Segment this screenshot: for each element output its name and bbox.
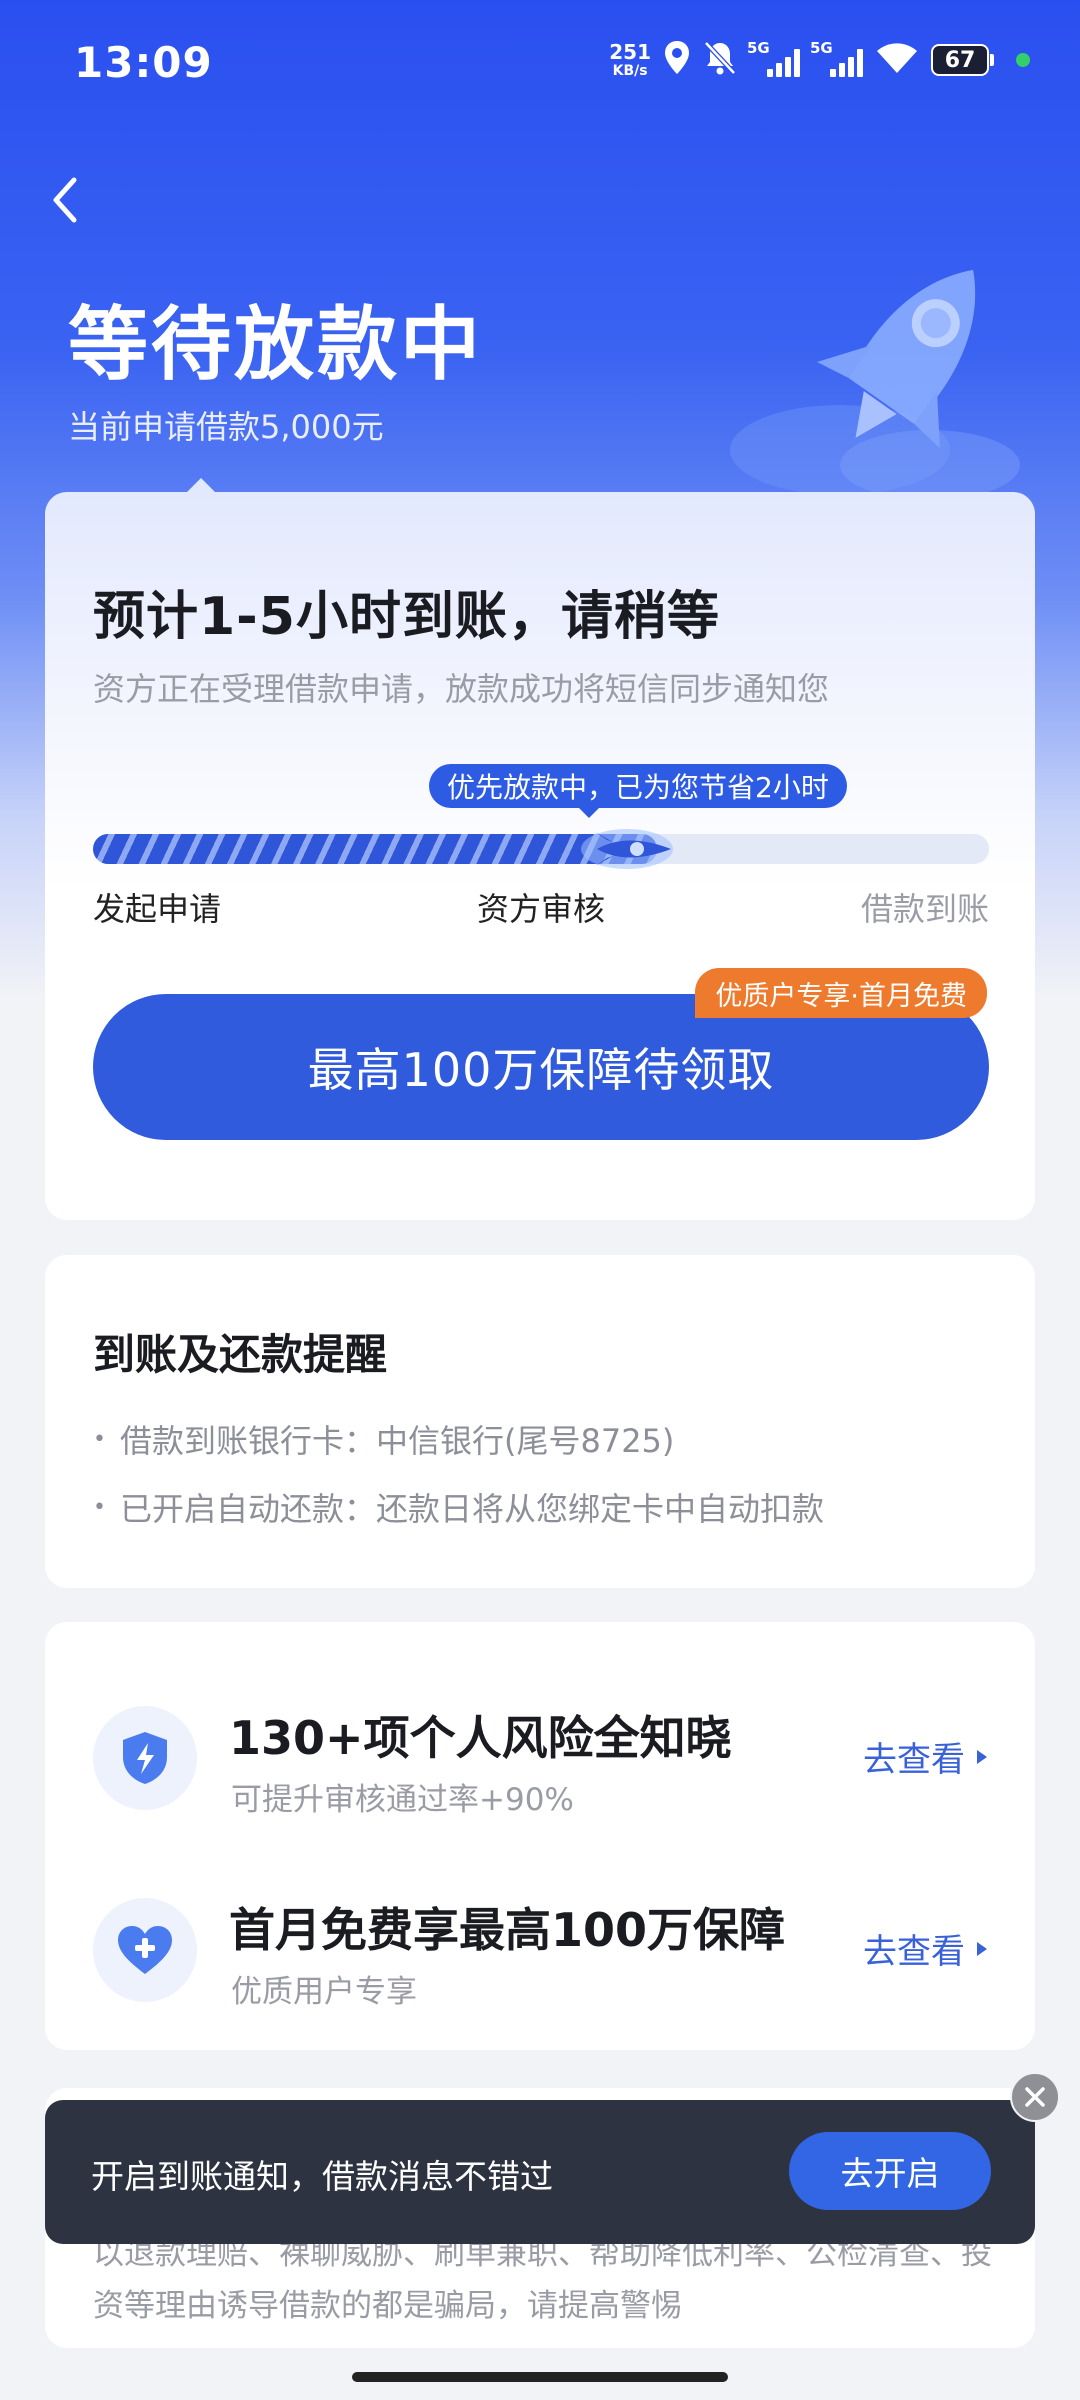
back-button[interactable] [40, 165, 90, 235]
reminder-title: 到账及还款提醒 [93, 1330, 388, 1379]
close-icon [1025, 2087, 1045, 2107]
loan-amount-subtitle: 当前申请借款5,000元 [68, 408, 384, 446]
service-row-protection[interactable]: 首月免费享最高100万保障 优质用户专享 去查看 [45, 1878, 1035, 2018]
step-arrival: 借款到账 [860, 890, 989, 928]
sim2-tag: 5G [810, 39, 833, 57]
eta-title: 预计1-5小时到账，请稍等 [93, 587, 720, 647]
toast-message: 开启到账通知，借款消息不错过 [91, 2157, 553, 2196]
rocket-illustration [730, 269, 1020, 500]
net-speed: 251 KB/s [609, 42, 651, 78]
status-time: 13:09 [74, 38, 213, 87]
service-title: 首月免费享最高100万保障 [229, 1903, 786, 1957]
rocket-progress-icon [581, 829, 674, 869]
view-details-label: 去查看 [863, 1740, 965, 1780]
card-notch [185, 478, 217, 494]
location-icon [663, 40, 691, 80]
bell-off-icon [703, 40, 737, 80]
step-apply: 发起申请 [93, 890, 222, 928]
status-bar: 13:09 251 KB/s 5G 5G 67 [0, 0, 1080, 130]
net-speed-unit: KB/s [612, 63, 648, 79]
step-review: 资方审核 [476, 890, 605, 928]
view-details-label: 去查看 [863, 1932, 965, 1972]
status-icons: 251 KB/s 5G 5G 67 [609, 39, 1030, 80]
triangle-right-icon [977, 1749, 987, 1764]
promo-badge: 优质户专享·首月免费 [695, 968, 987, 1018]
signal-icon: 5G [810, 39, 863, 77]
progress-steps: 发起申请 资方审核 借款到账 [93, 884, 989, 930]
view-details-link[interactable]: 去查看 [863, 1732, 989, 1781]
progress-bar [93, 829, 989, 869]
service-subtitle: 优质用户专享 [231, 1974, 417, 2010]
signal-icon: 5G [747, 39, 800, 77]
view-details-link[interactable]: 去查看 [863, 1924, 989, 1973]
shield-bolt-icon [93, 1706, 197, 1810]
services-card: 130+项个人风险全知晓 可提升审核通过率+90% 去查看 首月免费享最高100… [45, 1622, 1035, 2050]
service-title: 130+项个人风险全知晓 [229, 1711, 732, 1765]
page-title: 等待放款中 [68, 298, 483, 391]
heart-plus-icon [93, 1898, 197, 2002]
wifi-icon [875, 41, 919, 79]
enable-notification-button[interactable]: 去开启 [789, 2132, 991, 2210]
reminder-card: 到账及还款提醒 借款到账银行卡：中信银行(尾号8725) 已开启自动还款：还款日… [45, 1255, 1035, 1588]
eta-description: 资方正在受理借款申请，放款成功将短信同步通知您 [93, 670, 830, 708]
chevron-left-icon [53, 177, 77, 223]
list-item: 借款到账银行卡：中信银行(尾号8725) [93, 1405, 824, 1473]
sim1-tag: 5G [747, 39, 770, 57]
triangle-right-icon [977, 1941, 987, 1956]
home-indicator[interactable] [352, 2372, 728, 2382]
privacy-indicator-dot [1016, 53, 1030, 67]
net-speed-value: 251 [609, 40, 651, 64]
close-toast-button[interactable] [1010, 2072, 1060, 2122]
list-item: 已开启自动还款：还款日将从您绑定卡中自动扣款 [93, 1473, 824, 1541]
battery-icon: 67 [931, 44, 994, 76]
battery-level: 67 [931, 44, 989, 76]
progress-tooltip: 优先放款中，已为您节省2小时 [429, 764, 847, 818]
loan-status-card: 预计1-5小时到账，请稍等 资方正在受理借款申请，放款成功将短信同步通知您 优先… [45, 478, 1035, 1220]
service-subtitle: 可提升审核通过率+90% [231, 1782, 574, 1818]
reminder-list: 借款到账银行卡：中信银行(尾号8725) 已开启自动还款：还款日将从您绑定卡中自… [93, 1405, 824, 1541]
service-row-risk[interactable]: 130+项个人风险全知晓 可提升审核通过率+90% 去查看 [45, 1686, 1035, 1826]
notification-toast: 开启到账通知，借款消息不错过 去开启 [45, 2100, 1035, 2244]
